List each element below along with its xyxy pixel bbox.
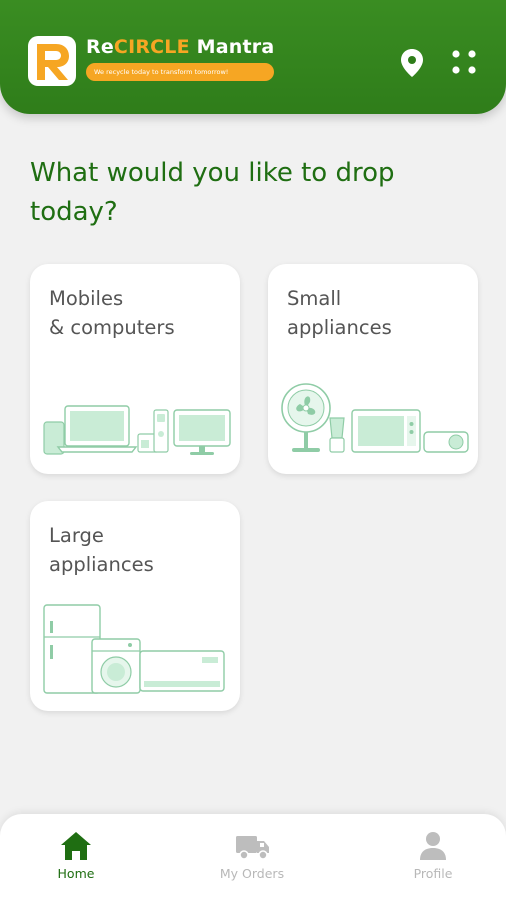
category-card-large-appliances[interactable]: Large appliances <box>30 501 240 711</box>
truck-icon <box>236 836 269 860</box>
grid-menu-icon[interactable] <box>448 46 480 78</box>
nav-item-profile[interactable]: Profile <box>373 814 493 900</box>
category-card-mobiles-computers[interactable]: Mobiles & computers <box>30 264 240 474</box>
category-card-small-appliances[interactable]: Small appliances <box>268 264 478 474</box>
nav-label-my-orders: My Orders <box>219 866 285 881</box>
category-label: Mobiles & computers <box>49 287 175 339</box>
brand-title: ReCIRCLE Mantra <box>86 36 275 58</box>
home-icon <box>61 832 91 860</box>
app-header: ReCIRCLE Mantra We recycle today to tran… <box>0 0 506 114</box>
bottom-navigation: Home My Orders Profile <box>0 814 506 900</box>
electronics-illustration-icon <box>43 405 231 455</box>
nav-item-home[interactable]: Home <box>16 814 136 900</box>
category-label: Small appliances <box>287 287 392 339</box>
category-label: Large appliances <box>49 524 154 576</box>
brand-tagline: We recycle today to transform tomorrow! <box>86 63 274 81</box>
nav-item-my-orders[interactable]: My Orders <box>192 814 312 900</box>
large-appliances-illustration-icon <box>43 604 225 694</box>
nav-label-home: Home <box>57 866 95 881</box>
page-question: What would you like to drop today? <box>30 158 395 227</box>
recircle-logo-icon <box>28 36 76 86</box>
nav-label-profile: Profile <box>413 866 453 881</box>
profile-icon <box>420 832 446 860</box>
location-pin-icon[interactable] <box>398 48 426 78</box>
small-appliances-illustration-icon <box>281 383 469 453</box>
